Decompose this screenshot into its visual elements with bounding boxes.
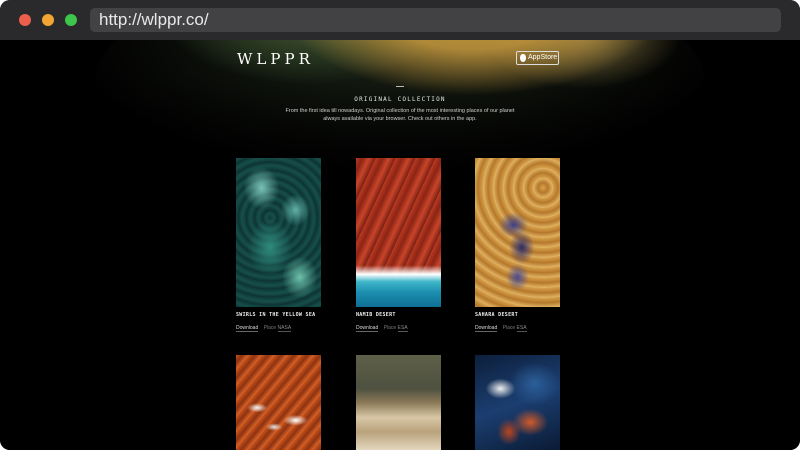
- wallpaper-thumbnail[interactable]: [356, 158, 441, 307]
- apple-icon: [520, 54, 526, 62]
- download-link[interactable]: Download: [475, 325, 498, 332]
- wallpaper-links: Download Place ESA: [356, 325, 408, 332]
- description-line: always available via your browser. Check…: [323, 115, 477, 122]
- minimize-window-button[interactable]: [42, 14, 54, 26]
- source-link[interactable]: NASA: [277, 325, 292, 332]
- wallpaper-thumbnail[interactable]: [475, 355, 560, 450]
- source-link[interactable]: ESA: [397, 325, 408, 332]
- place-label: Place: [502, 325, 516, 331]
- browser-window: http://wlppr.co/ WLPPR AppStore ORIGINAL…: [0, 0, 800, 450]
- download-link[interactable]: Download: [356, 325, 379, 332]
- wallpaper-links: Download Place ESA: [475, 325, 527, 332]
- browser-toolbar: http://wlppr.co/: [0, 0, 800, 40]
- wallpaper-title: SAHARA DESERT: [475, 312, 519, 318]
- site-logo[interactable]: WLPPR: [237, 50, 314, 68]
- logo-divider: [396, 86, 404, 87]
- wallpaper-thumbnail[interactable]: [475, 158, 560, 307]
- download-link[interactable]: Download: [236, 325, 259, 332]
- webpage: WLPPR AppStore ORIGINAL COLLECTION From …: [0, 40, 800, 450]
- close-window-button[interactable]: [19, 14, 31, 26]
- wallpaper-title: SWIRLS IN THE YELLOW SEA: [236, 312, 316, 318]
- wallpaper-thumbnail[interactable]: [236, 158, 321, 307]
- wallpaper-title: NAMIB DESERT: [356, 312, 396, 318]
- address-bar[interactable]: http://wlppr.co/: [90, 8, 781, 32]
- place-label: Place: [383, 325, 397, 331]
- source-link[interactable]: ESA: [516, 325, 527, 332]
- section-title: ORIGINAL COLLECTION: [354, 96, 446, 103]
- wallpaper-links: Download Place NASA: [236, 325, 292, 332]
- wallpaper-thumbnail[interactable]: [356, 355, 441, 450]
- appstore-button[interactable]: AppStore: [516, 51, 559, 65]
- description-line: From the first idea till nowadays. Origi…: [285, 108, 515, 114]
- zoom-window-button[interactable]: [65, 14, 77, 26]
- section-description: From the first idea till nowadays. Origi…: [280, 108, 520, 123]
- wallpaper-thumbnail[interactable]: [236, 355, 321, 450]
- place-label: Place: [263, 325, 277, 331]
- appstore-label: AppStore: [528, 54, 558, 61]
